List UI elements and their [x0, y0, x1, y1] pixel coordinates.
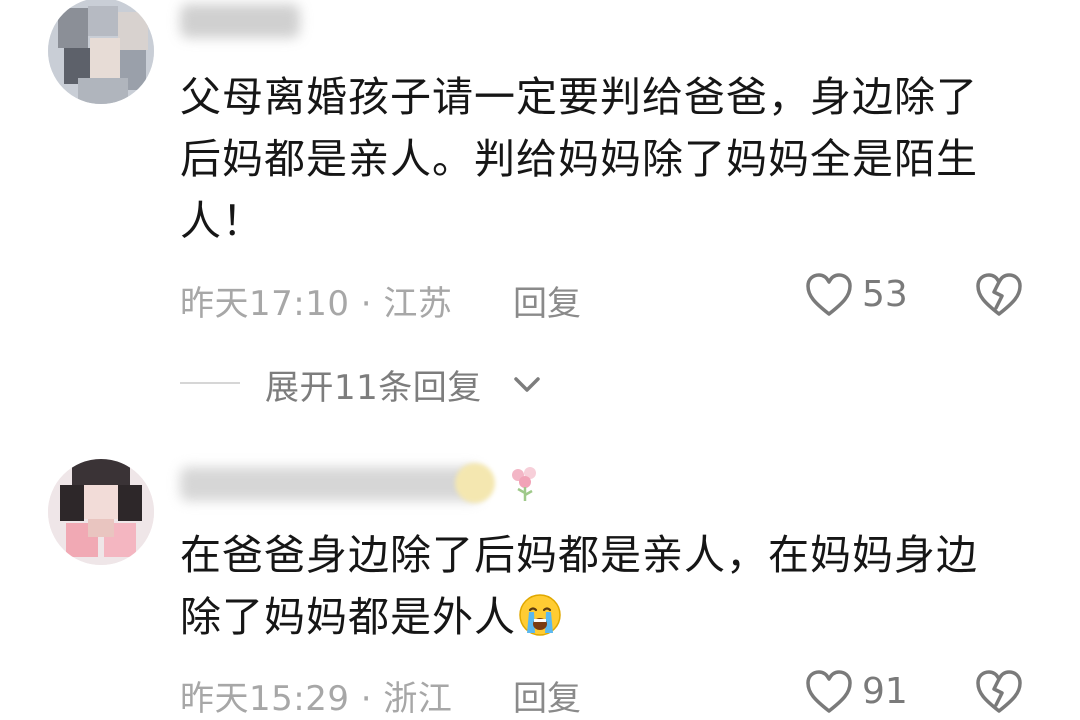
comment-text-content: 在爸爸身边除了后妈都是亲人，在妈妈身边除了妈妈都是外人 [180, 531, 978, 641]
badge-icon [455, 463, 495, 503]
comment-text: 在爸爸身边除了后妈都是亲人，在妈妈身边除了妈妈都是外人 [180, 524, 1010, 648]
comment-time: 昨天17:10 [180, 284, 350, 324]
like-count: 53 [862, 274, 908, 315]
divider [180, 382, 240, 384]
reply-button[interactable]: 回复 [513, 276, 581, 325]
username-redacted[interactable] [180, 467, 480, 501]
chevron-down-icon [514, 377, 540, 392]
reply-button[interactable]: 回复 [513, 671, 581, 720]
comment-location: 江苏 [383, 284, 453, 324]
meta-separator: · [360, 284, 373, 324]
avatar[interactable] [48, 459, 154, 565]
comment-text: 父母离婚孩子请一定要判给爸爸，身边除了后妈都是亲人。判给妈妈除了妈妈全是陌生人！ [180, 73, 978, 245]
avatar[interactable] [48, 0, 154, 104]
comment-meta: 昨天15:29 · 浙江 [180, 671, 452, 720]
like-count: 91 [862, 671, 908, 712]
flower-icon [508, 465, 542, 503]
comment-location: 浙江 [383, 679, 453, 719]
broken-heart-icon[interactable] [975, 669, 1023, 715]
broken-heart-icon[interactable] [975, 272, 1023, 318]
meta-separator: · [360, 679, 373, 719]
username-redacted[interactable] [180, 4, 300, 38]
comment-meta: 昨天17:10 · 江苏 [180, 276, 452, 325]
expand-replies-label: 展开11条回复 [265, 368, 482, 408]
heart-outline-icon[interactable] [805, 669, 853, 715]
expand-replies-button[interactable]: 展开11条回复 [180, 360, 580, 408]
comment-time: 昨天15:29 [180, 679, 350, 719]
crying-face-icon [519, 594, 561, 636]
heart-outline-icon[interactable] [805, 272, 853, 318]
